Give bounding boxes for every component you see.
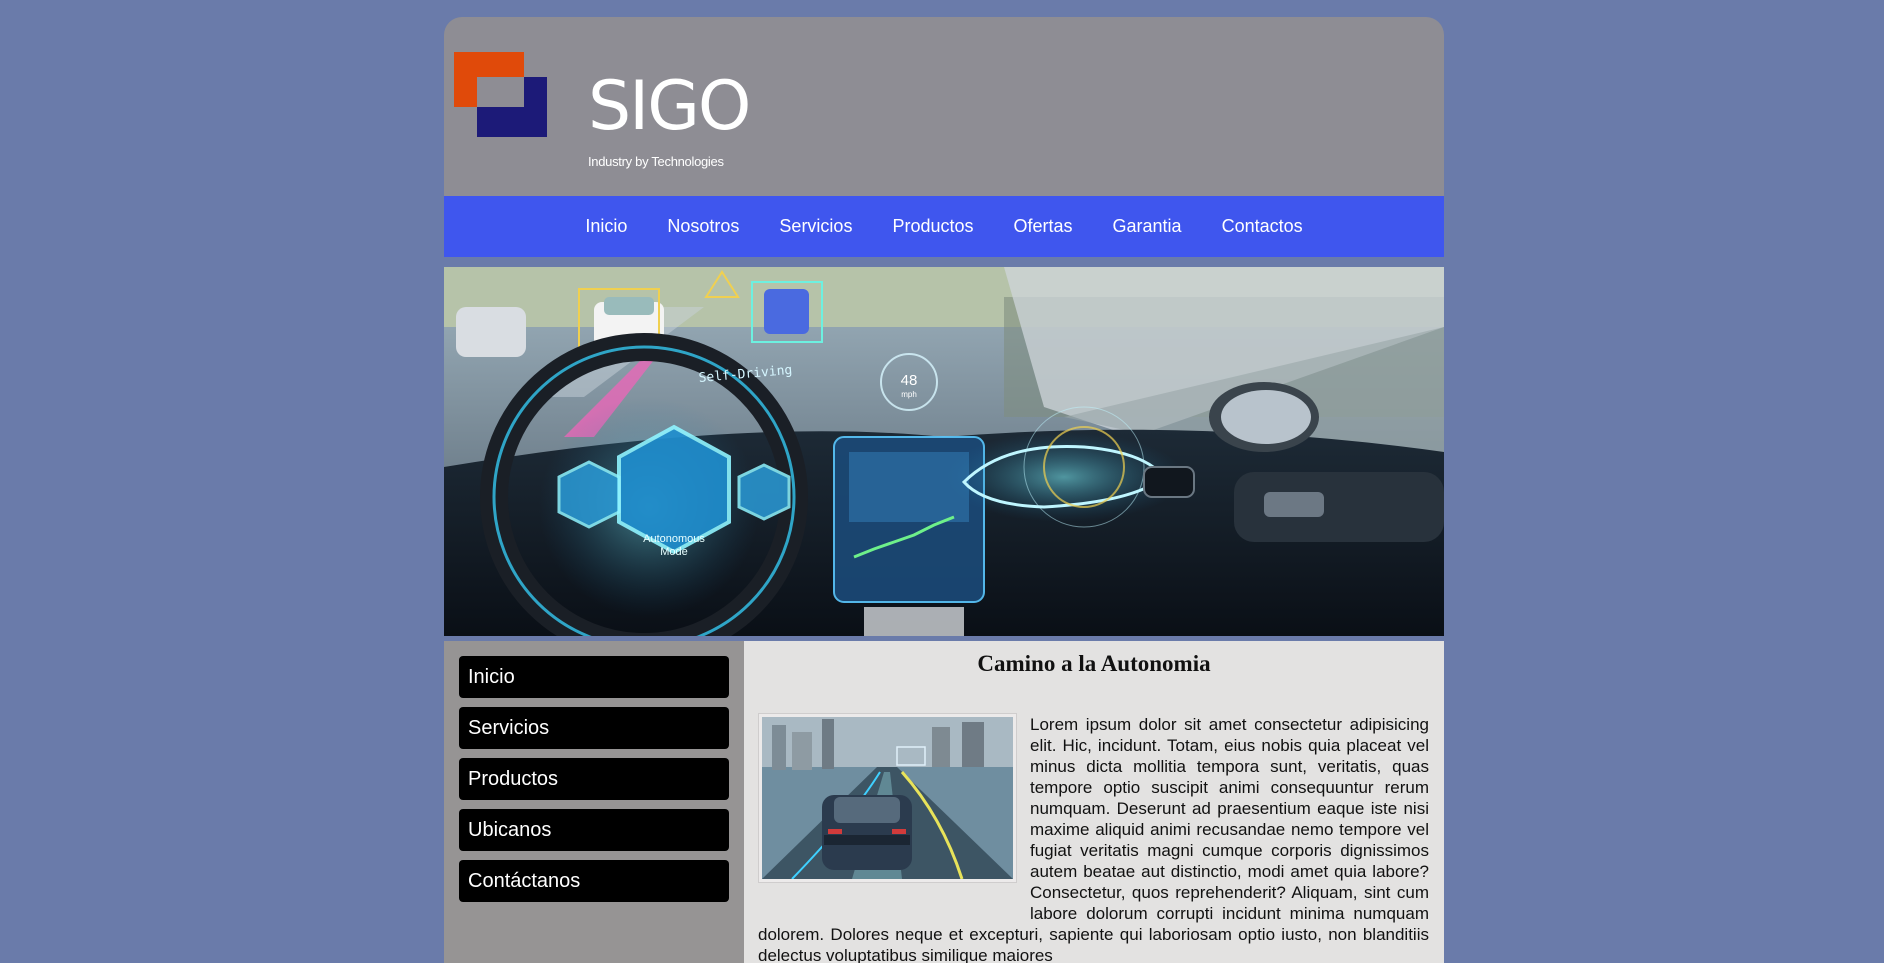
- autonomous-car-dashboard-image: Autonomous Mode Self-Driving 48 mph: [444, 267, 1444, 636]
- sidebar: Inicio Servicios Productos Ubicanos Cont…: [444, 641, 744, 963]
- nav-item-contactos[interactable]: Contactos: [1202, 216, 1323, 237]
- main-content: Camino a la Autonomia Lorem ipsum dolor …: [744, 641, 1444, 963]
- article-image-spacer: [758, 714, 1030, 904]
- nav-item-inicio[interactable]: Inicio: [565, 216, 647, 237]
- sidebar-item-contactanos[interactable]: Contáctanos: [459, 860, 729, 902]
- hero-speed-unit: mph: [901, 390, 917, 399]
- hero-mode-label: Autonomous: [643, 533, 705, 545]
- hero-speed-value: 48: [901, 372, 918, 389]
- nav-item-garantia[interactable]: Garantia: [1093, 216, 1202, 237]
- top-nav: Inicio Nosotros Servicios Productos Ofer…: [444, 196, 1444, 257]
- nav-item-servicios[interactable]: Servicios: [759, 216, 872, 237]
- article-title: Camino a la Autonomia: [977, 651, 1211, 676]
- logo-mark-icon: [454, 52, 547, 137]
- page-container: SIGO Industry by Technologies Inicio Nos…: [444, 17, 1444, 963]
- site-header: SIGO Industry by Technologies: [444, 17, 1444, 196]
- hero-banner-image: Autonomous Mode Self-Driving 48 mph: [444, 267, 1444, 636]
- sidebar-item-ubicanos[interactable]: Ubicanos: [459, 809, 729, 851]
- article-body: Lorem ipsum dolor sit amet consectetur a…: [758, 714, 1429, 963]
- logo-tagline: Industry by Technologies: [588, 154, 724, 169]
- logo-name: SIGO: [588, 67, 751, 146]
- site-logo[interactable]: SIGO Industry by Technologies: [454, 52, 754, 172]
- sidebar-item-servicios[interactable]: Servicios: [459, 707, 729, 749]
- nav-item-ofertas[interactable]: Ofertas: [994, 216, 1093, 237]
- sidebar-item-inicio[interactable]: Inicio: [459, 656, 729, 698]
- sidebar-item-productos[interactable]: Productos: [459, 758, 729, 800]
- nav-item-productos[interactable]: Productos: [872, 216, 993, 237]
- hero-mode-label-2: Mode: [660, 546, 688, 558]
- nav-item-nosotros[interactable]: Nosotros: [647, 216, 759, 237]
